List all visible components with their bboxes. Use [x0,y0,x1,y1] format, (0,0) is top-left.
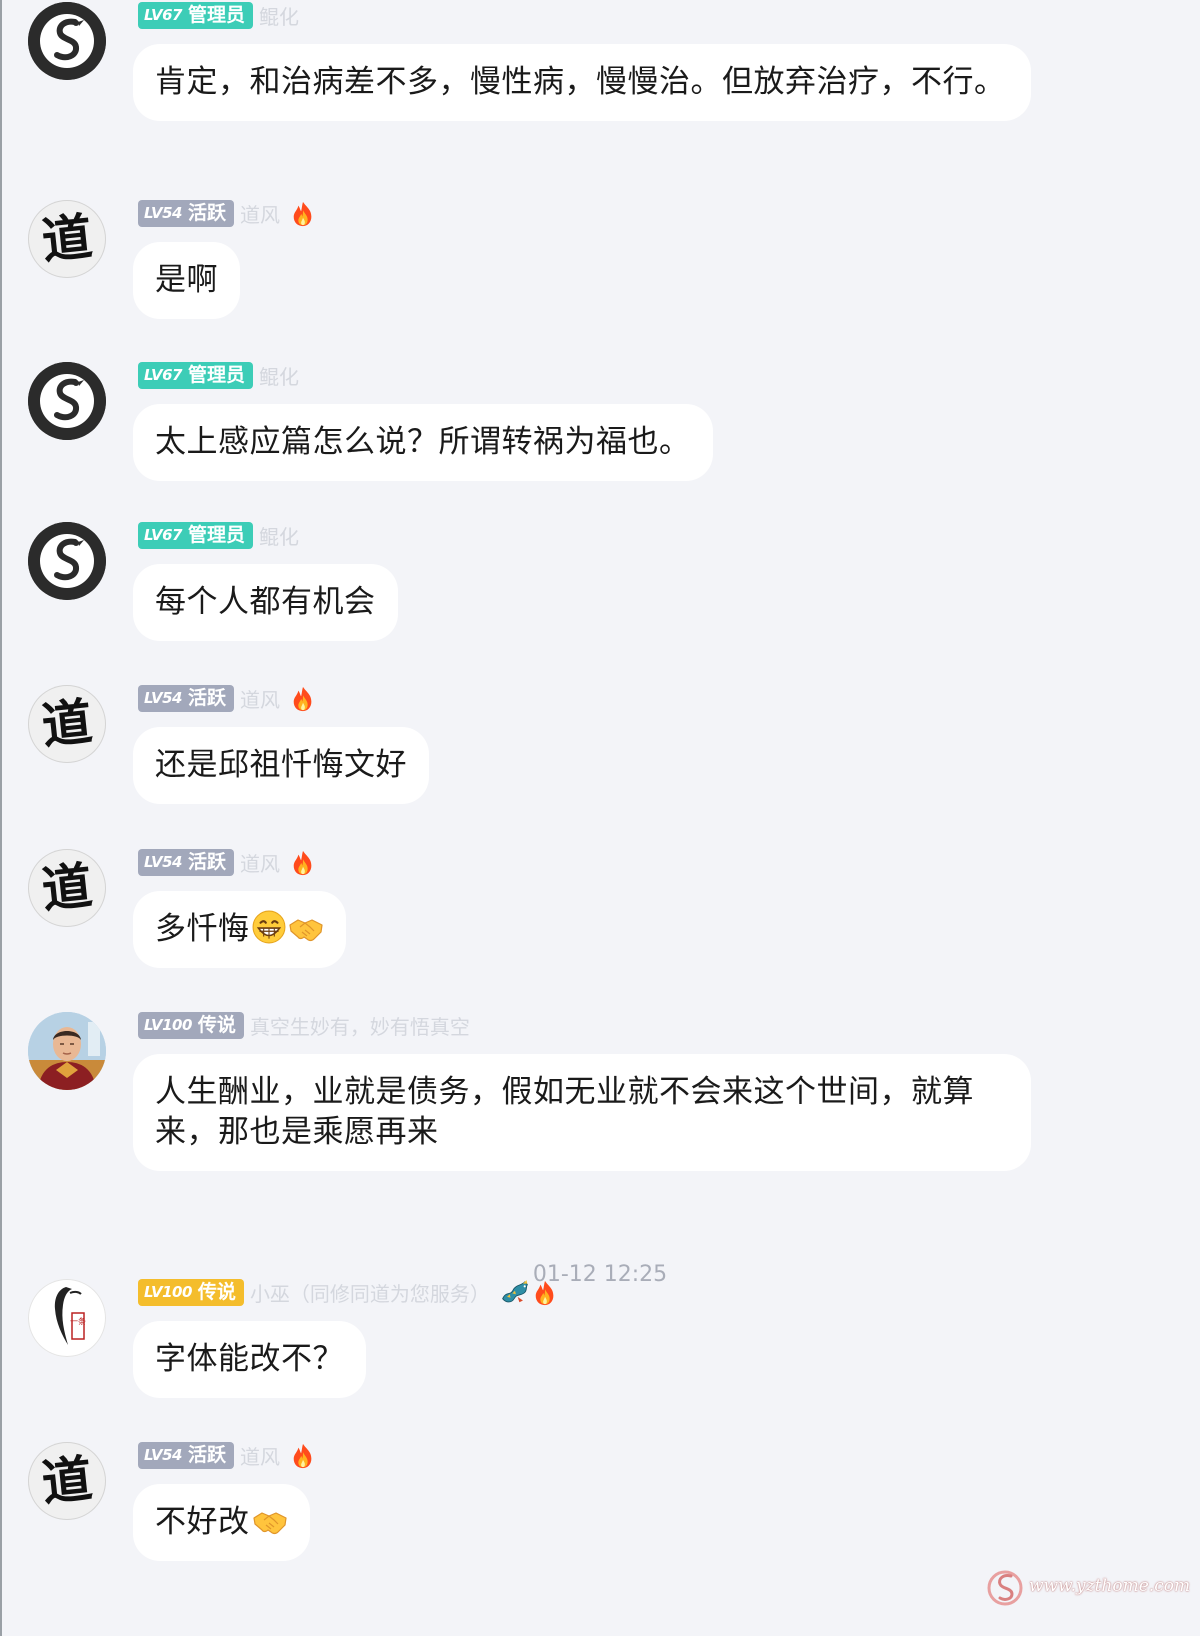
dao-calligraphy-avatar[interactable]: 道 [28,849,106,927]
site-watermark: www.yzthome.com [985,1566,1190,1606]
level-badge: LV54 活跃 [138,200,234,227]
level-badge: LV54 活跃 [138,685,234,712]
ink-swan-avatar[interactable] [28,2,106,80]
message-meta: LV67 管理员 鲲化 [138,362,299,389]
message-bubble[interactable]: 人生酬业，业就是债务，假如无业就不会来这个世间，就算来，那也是乘愿再来 [133,1054,1031,1171]
level-badge: LV67 管理员 [138,362,253,389]
handshake-emoji [288,914,324,944]
message-text: 多忏悔 [155,911,250,947]
message-text: 肯定，和治病差不多，慢性病，慢慢治。但放弃治疗，不行。 [155,64,1006,100]
sender-name[interactable]: 鲲化 [259,1,299,30]
message-bubble[interactable]: 还是邱祖忏悔文好 [133,727,429,804]
message-meta: LV54 活跃 道风 [138,849,316,876]
message-text: 每个人都有机会 [155,584,376,620]
dragon-icon [500,1279,530,1306]
message-text: 太上感应篇怎么说？所谓转祸为福也。 [155,424,691,460]
level-badge: LV54 活跃 [138,849,234,876]
message-meta: LV67 管理员 鲲化 [138,2,299,29]
sender-name[interactable]: 小巫（同修同道为您服务） [250,1278,490,1307]
dao-calligraphy-avatar[interactable]: 道 [28,1442,106,1520]
fire-icon [290,686,316,712]
message-bubble[interactable]: 肯定，和治病差不多，慢性病，慢慢治。但放弃治疗，不行。 [133,44,1031,121]
level-badge: LV100 传说 [138,1279,244,1306]
message-meta: LV54 活跃 道风 [138,200,316,227]
message-text: 是啊 [155,262,218,298]
seal-text: 一条 [70,1316,86,1326]
message-bubble[interactable]: 字体能改不？ [133,1321,366,1398]
ink-swan-avatar[interactable] [28,522,106,600]
watermark-logo-icon [987,1570,1023,1606]
handshake-emoji [252,1507,288,1537]
sender-name[interactable]: 道风 [240,684,280,713]
sender-name[interactable]: 道风 [240,199,280,228]
message-bubble[interactable]: 太上感应篇怎么说？所谓转祸为福也。 [133,404,713,481]
watermark-text: www.yzthome.com [1029,1576,1191,1596]
message-bubble[interactable]: 多忏悔 [133,891,346,968]
sender-name[interactable]: 真空生妙有，妙有悟真空 [250,1011,470,1040]
message-text: 人生酬业，业就是债务，假如无业就不会来这个世间，就算来，那也是乘愿再来 [155,1074,974,1150]
level-badge: LV100 传说 [138,1012,244,1039]
screen-edge [0,0,2,1636]
message-meta: LV54 活跃 道风 [138,685,316,712]
level-badge: LV54 活跃 [138,1442,234,1469]
message-text: 还是邱祖忏悔文好 [155,747,407,783]
message-bubble[interactable]: 是啊 [133,242,240,319]
message-meta: LV54 活跃 道风 [138,1442,316,1469]
message-bubble[interactable]: 每个人都有机会 [133,564,398,641]
message-meta: LV67 管理员 鲲化 [138,522,299,549]
sender-name[interactable]: 鲲化 [259,521,299,550]
grin-emoji [252,910,286,944]
fire-icon [290,850,316,876]
brush-calligraphy-avatar[interactable]: 一条 [28,1279,106,1357]
message-meta: LV100 传说 小巫（同修同道为您服务） [138,1279,558,1306]
sender-name[interactable]: 道风 [240,1441,280,1470]
sender-name[interactable]: 鲲化 [259,361,299,390]
message-text: 字体能改不？ [155,1341,344,1377]
message-bubble[interactable]: 不好改 [133,1484,310,1561]
ink-swan-avatar[interactable] [28,362,106,440]
fire-icon [290,1443,316,1469]
fire-icon [290,201,316,227]
dao-calligraphy-avatar[interactable]: 道 [28,685,106,763]
level-badge: LV67 管理员 [138,2,253,29]
level-badge: LV67 管理员 [138,522,253,549]
fire-icon [532,1280,558,1306]
sender-name[interactable]: 道风 [240,848,280,877]
message-text: 不好改 [155,1504,250,1540]
monk-photo-avatar[interactable] [28,1012,106,1090]
dao-calligraphy-avatar[interactable]: 道 [28,200,106,278]
message-meta: LV100 传说 真空生妙有，妙有悟真空 [138,1012,470,1039]
